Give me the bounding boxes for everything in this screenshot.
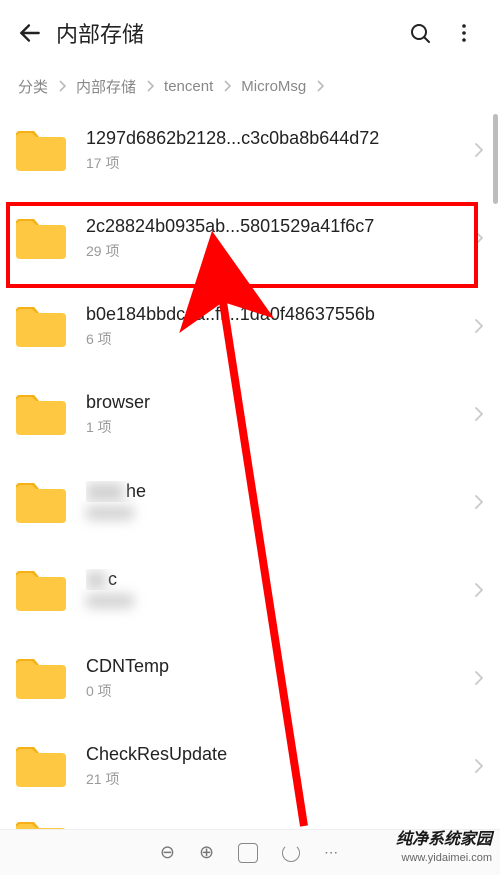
search-button[interactable] [398,11,442,55]
redacted-patch [86,506,134,520]
folder-name: c [86,569,460,590]
folder-row[interactable]: b0e184bbdc4a..ff...1da0f48637556b 6 项 [0,282,500,370]
folder-icon [14,479,68,525]
folder-row[interactable]: browser 1 项 [0,370,500,458]
tool-fit-icon[interactable] [238,843,258,863]
tool-zoom-in-icon[interactable]: ⊕ [199,842,214,863]
chevron-right-icon [468,494,490,510]
chevron-right-icon [468,670,490,686]
folder-subtitle: 17 项 [86,153,460,173]
folder-text: c [68,569,468,611]
chevron-right-icon [223,80,231,92]
folder-subtitle [86,594,460,611]
folder-name: 1297d6862b2128...c3c0ba8b644d72 [86,128,460,149]
folder-subtitle: 0 项 [86,681,460,701]
folder-icon [14,655,68,701]
folder-text: 2c28824b0935ab...5801529a41f6c7 29 项 [68,216,468,261]
folder-subtitle: 6 项 [86,329,460,349]
crumb-3[interactable]: MicroMsg [241,78,306,95]
folder-text: browser 1 项 [68,392,468,437]
more-vert-icon [452,21,476,45]
bottom-toolbar: ⊖ ⊕ ⋯ [0,829,500,875]
chevron-right-icon [146,80,154,92]
tool-more-icon[interactable]: ⋯ [324,844,340,861]
tool-zoom-out-icon[interactable]: ⊖ [160,842,175,863]
folder-text: CheckResUpdate 21 项 [68,744,468,789]
chevron-right-icon [468,318,490,334]
folder-icon [14,743,68,789]
folder-icon [14,215,68,261]
folder-icon [14,127,68,173]
folder-name: CDNTemp [86,656,460,677]
crumb-0[interactable]: 分类 [18,76,48,97]
folder-row[interactable]: CDNTemp 0 项 [0,634,500,722]
folder-row[interactable]: CheckResUpdate 21 项 [0,722,500,810]
tool-refresh-icon[interactable] [282,844,300,862]
redacted-patch [86,483,124,501]
folder-text: he [68,481,468,523]
folder-icon [14,567,68,613]
chevron-right-icon [468,406,490,422]
folder-name: 2c28824b0935ab...5801529a41f6c7 [86,216,460,237]
redacted-patch [86,571,106,589]
folder-row[interactable]: c [0,546,500,634]
folder-text: 1297d6862b2128...c3c0ba8b644d72 17 项 [68,128,468,173]
folder-subtitle: 29 项 [86,241,460,261]
folder-text: b0e184bbdc4a..ff...1da0f48637556b 6 项 [68,304,468,349]
chevron-right-icon [468,582,490,598]
folder-subtitle [86,506,460,523]
arrow-left-icon [17,20,43,46]
chevron-right-icon [468,230,490,246]
redacted-patch [86,594,134,608]
folder-row[interactable]: 1297d6862b2128...c3c0ba8b644d72 17 项 [0,106,500,194]
scrollbar-thumb[interactable] [493,114,498,204]
chevron-right-icon [316,80,324,92]
chevron-right-icon [468,758,490,774]
folder-text: CDNTemp 0 项 [68,656,468,701]
crumb-1[interactable]: 内部存储 [76,76,136,97]
breadcrumb[interactable]: 分类 内部存储 tencent MicroMsg [0,66,500,106]
folder-icon [14,303,68,349]
folder-name: CheckResUpdate [86,744,460,765]
search-icon [408,21,432,45]
folder-row[interactable]: he [0,458,500,546]
folder-subtitle: 21 项 [86,769,460,789]
chevron-right-icon [468,142,490,158]
folder-name: b0e184bbdc4a..ff...1da0f48637556b [86,304,460,325]
more-button[interactable] [442,11,486,55]
chevron-right-icon [58,80,66,92]
back-button[interactable] [8,11,52,55]
page-title: 内部存储 [56,17,398,49]
folder-icon [14,391,68,437]
folder-subtitle: 1 项 [86,417,460,437]
crumb-2[interactable]: tencent [164,78,213,95]
folder-row[interactable]: 2c28824b0935ab...5801529a41f6c7 29 项 [0,194,500,282]
folder-name: he [86,481,460,502]
folder-name: browser [86,392,460,413]
